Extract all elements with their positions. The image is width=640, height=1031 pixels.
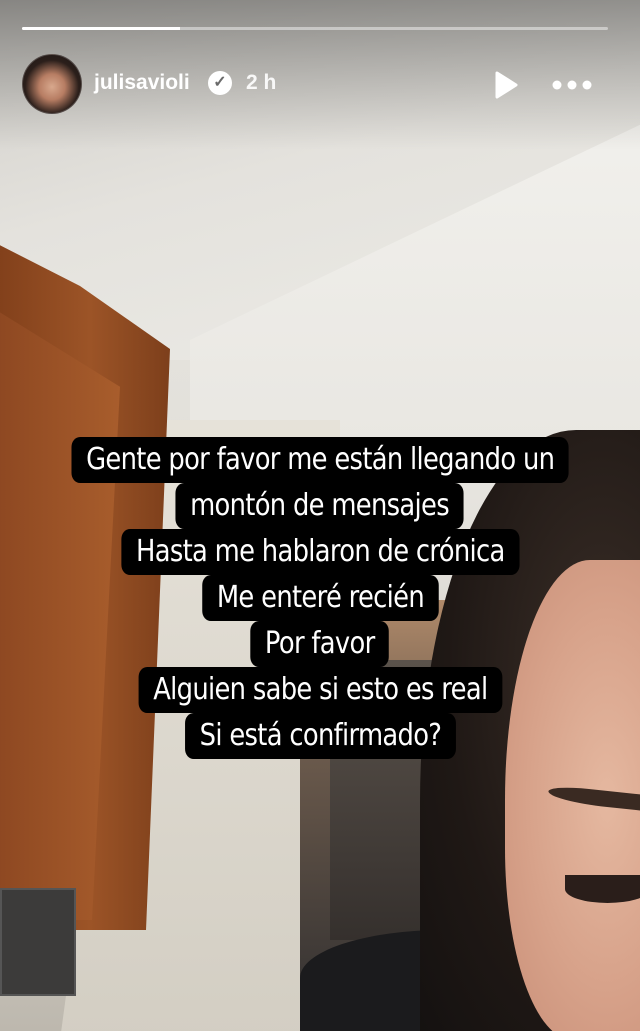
caption-line: Si está confirmado? (184, 713, 456, 759)
story-progress-bar (22, 27, 608, 30)
post-timestamp: 2 h (246, 71, 277, 94)
avatar[interactable] (22, 54, 82, 114)
caption-line: Por favor (250, 621, 390, 667)
caption-line: Hasta me hablaron de crónica (121, 529, 519, 575)
caption-line: Alguien sabe si esto es real (138, 667, 502, 713)
caption-line: Gente por favor me están llegando un (71, 437, 569, 483)
story-header: julisavioli ✓ 2 h (22, 54, 622, 114)
caption-line: Me enteré recién (201, 575, 439, 621)
story-progress-fill (22, 27, 181, 30)
play-button[interactable] (490, 70, 520, 100)
more-horizontal-icon (552, 80, 592, 90)
verified-check-icon: ✓ (208, 71, 232, 95)
more-options-button[interactable] (550, 70, 594, 100)
story-viewer[interactable]: julisavioli ✓ 2 h Gente por favor me est… (0, 0, 640, 1031)
play-icon (495, 71, 518, 99)
caption-line: montón de mensajes (175, 483, 465, 529)
person-eye (565, 875, 640, 903)
story-caption: Gente por favor me están llegando un mon… (0, 437, 640, 759)
username[interactable]: julisavioli (94, 71, 190, 95)
background-light-switch (0, 888, 76, 996)
